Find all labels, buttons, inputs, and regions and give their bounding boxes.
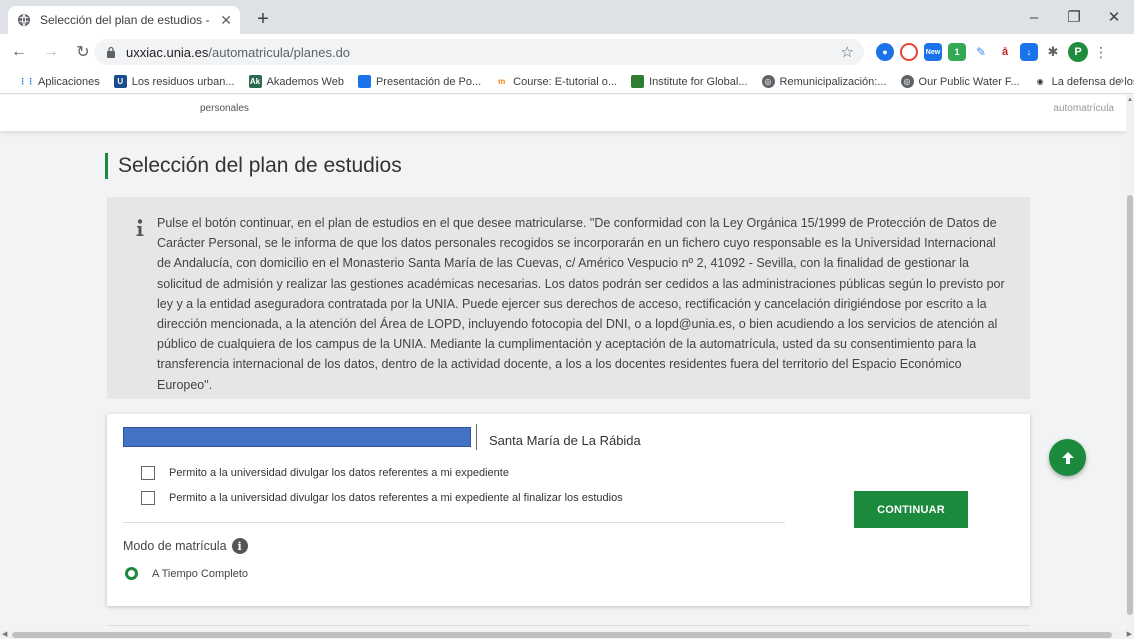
consent-row-2: Permito a la universidad divulgar los da… [141, 491, 623, 505]
bookmark-label: Los residuos urban... [131, 75, 235, 88]
close-window-icon[interactable]: ✕ [1094, 0, 1134, 34]
download-extension-icon[interactable]: ↓ [1020, 43, 1038, 61]
consent-label-2: Permito a la universidad divulgar los da… [169, 492, 623, 504]
tab-title: Selección del plan de estudios - [40, 13, 210, 27]
count-badge-extension-icon[interactable]: 1 [948, 43, 966, 61]
translate-extension-icon[interactable]: ā [996, 43, 1014, 61]
bookmark-item[interactable]: Institute for Global... [631, 75, 748, 88]
scroll-up-arrow-icon[interactable]: ▲ [1126, 97, 1134, 103]
bookmarks-overflow-icon[interactable]: » [1118, 75, 1124, 87]
close-tab-icon[interactable]: ✕ [220, 12, 232, 29]
window-controls: – ❐ ✕ [1014, 0, 1134, 34]
continue-button[interactable]: CONTINUAR [854, 491, 968, 528]
new-badge-extension-icon[interactable]: New [924, 43, 942, 61]
redacted-plan-name [123, 427, 471, 447]
modo-matricula-heading: Modo de matrícula i [123, 538, 248, 554]
url-text: uxxiac.unia.es/automatricula/planes.do [126, 44, 351, 60]
modo-option-row: A Tiempo Completo [125, 567, 248, 580]
bookmark-item[interactable]: ◎ Remunicipalización:... [761, 75, 887, 88]
bookmark-star-icon[interactable]: ☆ [841, 43, 854, 61]
bookmark-item[interactable]: Presentación de Po... [357, 75, 482, 88]
bookmark-label: Presentación de Po... [375, 75, 482, 88]
lock-icon [104, 45, 118, 59]
puzzle-extensions-icon[interactable]: ✱ [1044, 43, 1062, 61]
back-arrow-icon[interactable]: ← [6, 39, 32, 65]
blue-extension-icon[interactable]: ● [876, 43, 894, 61]
feather-extension-icon[interactable]: ✎ [972, 43, 990, 61]
bookmarks-bar: ⋮⋮ Aplicaciones U Los residuos urban... Ak Ak… [0, 70, 1134, 94]
consent-row-1: Permito a la universidad divulgar los da… [141, 466, 509, 480]
page-title-block: Selección del plan de estudios [105, 153, 402, 179]
green-bookmark-icon [631, 75, 645, 88]
info-circle-icon[interactable]: i [231, 538, 248, 554]
bookmark-label: Remunicipalización:... [779, 75, 887, 88]
bookmark-item[interactable]: ⋮⋮ Aplicaciones [18, 75, 100, 88]
page-bottom-divider [107, 625, 1030, 626]
horizontal-scrollbar[interactable]: ◀ ▶ [0, 631, 1134, 639]
bookmark-item[interactable]: m Course: E-tutorial o... [495, 75, 617, 88]
menu-kebab-icon[interactable]: ⋮ [1094, 44, 1108, 61]
modo-option-label: A Tiempo Completo [152, 567, 248, 580]
new-tab-button[interactable]: + [250, 7, 276, 33]
globe-icon: ◎ [900, 75, 914, 88]
title-accent-bar [105, 153, 108, 179]
globe-icon [16, 12, 32, 28]
u-icon: U [113, 75, 127, 88]
consent-checkbox-1[interactable] [141, 466, 155, 480]
bookmark-label: Course: E-tutorial o... [513, 75, 618, 88]
bookmark-item[interactable]: ◎ Our Public Water F... [900, 75, 1020, 88]
modo-label: Modo de matrícula [123, 539, 227, 553]
modo-radio[interactable] [125, 567, 138, 580]
browser-toolbar: ← → ↻ uxxiac.unia.es/automatricula/plane… [0, 34, 1134, 70]
target-extension-icon[interactable] [900, 43, 918, 61]
flag-icon [357, 75, 371, 88]
tab-strip: Selección del plan de estudios - ✕ + – ❐… [0, 0, 1134, 34]
scroll-to-top-button[interactable] [1049, 439, 1086, 476]
page-viewport: personales automatrícula Selección del p… [0, 95, 1126, 631]
step-label-personales[interactable]: personales [200, 103, 249, 114]
scroll-right-arrow-icon[interactable]: ▶ [1127, 630, 1132, 638]
page-top-strip: personales automatrícula [0, 95, 1126, 131]
bookmark-label: Our Public Water F... [918, 75, 1020, 88]
bookmark-label: Akademos Web [266, 75, 344, 88]
info-text: Pulse el botón continuar, en el plan de … [157, 216, 1005, 392]
extensions-area: ● New 1 ✎ ā ↓ ✱ P ⋮ [876, 40, 1108, 64]
step-label-automatricula[interactable]: automatrícula [1053, 103, 1114, 114]
bookmark-item[interactable]: U Los residuos urban... [113, 75, 235, 88]
apps-grid-icon: ⋮⋮ [18, 75, 35, 88]
arrow-up-icon [1061, 451, 1074, 464]
page-title: Selección del plan de estudios [118, 154, 402, 177]
profile-avatar[interactable]: P [1068, 42, 1088, 62]
moodle-icon: m [495, 75, 509, 88]
bookmark-item[interactable]: Ak Akademos Web [248, 75, 344, 88]
consent-checkbox-2[interactable] [141, 491, 155, 505]
minimize-icon[interactable]: – [1014, 0, 1054, 34]
vertical-scroll-thumb[interactable] [1127, 195, 1133, 615]
address-bar[interactable]: uxxiac.unia.es/automatricula/planes.do ☆ [94, 39, 864, 65]
browser-tab[interactable]: Selección del plan de estudios - ✕ [8, 6, 240, 34]
ak-icon: Ak [248, 75, 262, 88]
vertical-divider [476, 424, 477, 450]
bookmark-label: Aplicaciones [38, 75, 100, 88]
restore-icon[interactable]: ❐ [1054, 0, 1094, 34]
reload-icon[interactable]: ↻ [70, 39, 96, 65]
consent-label-1: Permito a la universidad divulgar los da… [169, 467, 509, 479]
vertical-scrollbar[interactable]: ▲ [1126, 95, 1134, 631]
info-i-icon [135, 219, 145, 237]
globe-icon: ◎ [761, 75, 775, 88]
campus-name: Santa María de La Rábida [489, 433, 641, 448]
horizontal-scroll-thumb[interactable] [12, 632, 1112, 638]
forward-arrow-icon[interactable]: → [38, 39, 64, 65]
info-notice: Pulse el botón continuar, en el plan de … [107, 197, 1030, 399]
plan-card: Santa María de La Rábida Permito a la un… [107, 414, 1030, 606]
broadcast-icon: ◉ [1033, 75, 1047, 88]
bookmark-label: Institute for Global... [649, 75, 748, 88]
card-divider [123, 522, 785, 523]
scroll-left-arrow-icon[interactable]: ◀ [2, 630, 7, 638]
